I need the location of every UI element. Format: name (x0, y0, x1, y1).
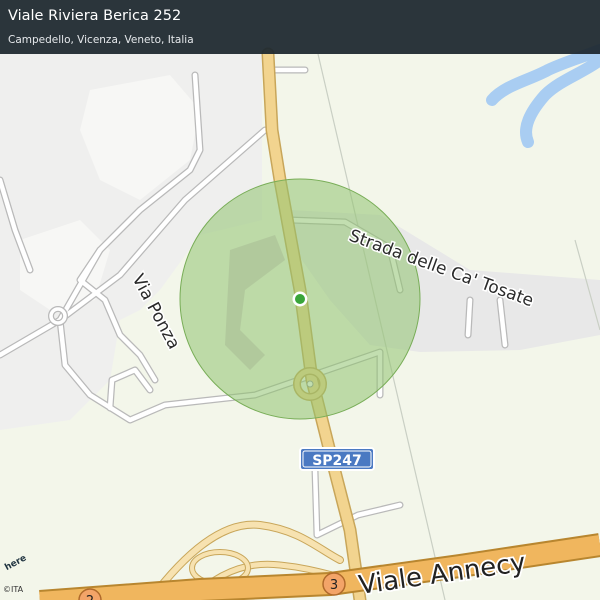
road-shield-label: SP247 (312, 453, 362, 469)
address-header: Viale Riviera Berica 252 Campedello, Vic… (0, 0, 600, 54)
junction-marker-3: 3 (322, 572, 346, 596)
map-attribution: ©ITA (3, 585, 24, 594)
junction-marker-label: 3 (330, 578, 338, 593)
address-title: Viale Riviera Berica 252 (8, 8, 182, 24)
location-dot[interactable] (295, 294, 305, 304)
address-subtitle: Campedello, Vicenza, Veneto, Italia (8, 34, 194, 46)
road-shield-sp247: SP247 (299, 447, 375, 471)
map-canvas[interactable]: Strada delle Ca' Tosate Via Ponza Viale … (0, 0, 600, 600)
junction-marker-label: 2 (86, 594, 94, 600)
